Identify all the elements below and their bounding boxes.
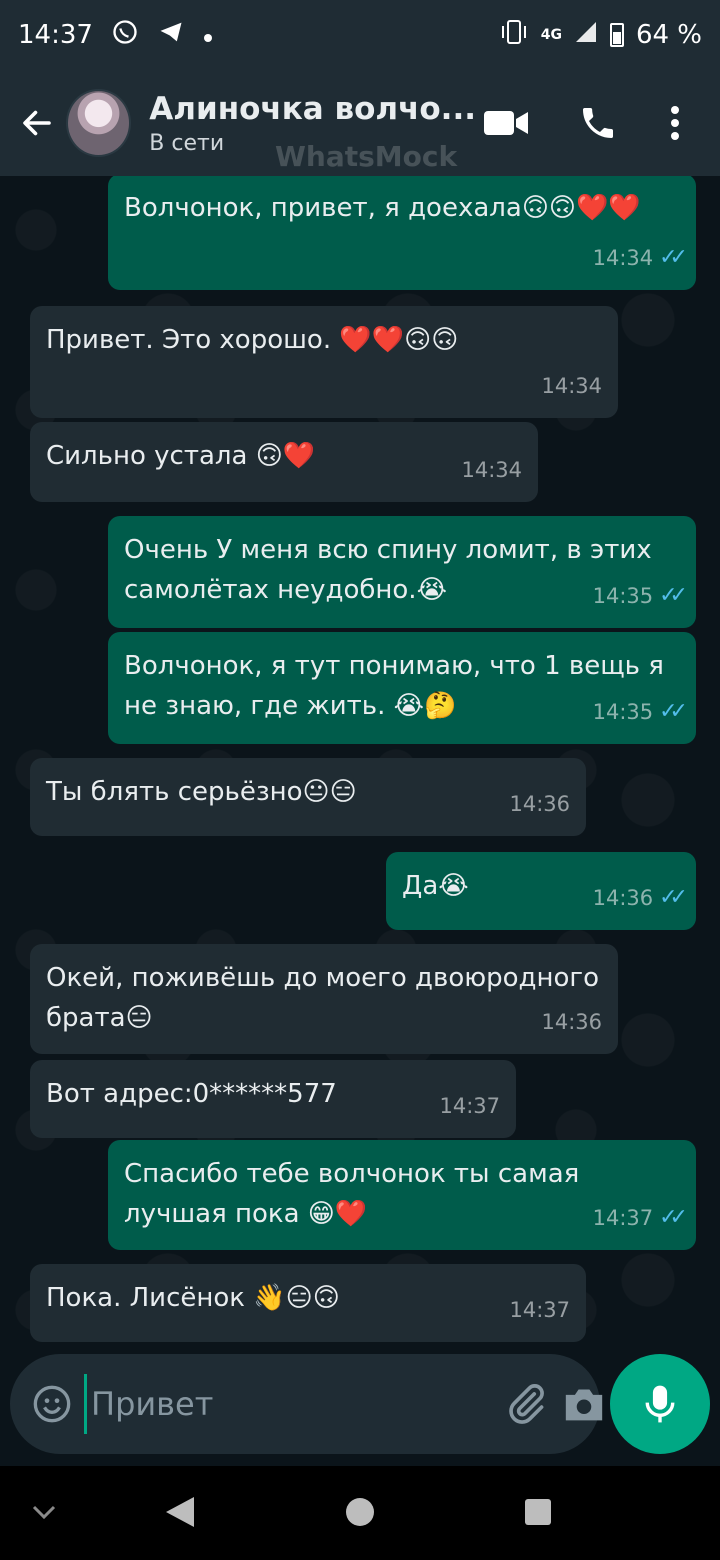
message-text: Окей, поживёшь до моего двоюродного брат… xyxy=(46,963,599,1033)
message-time: 14:37 xyxy=(509,1298,570,1322)
video-call-button[interactable] xyxy=(476,93,536,153)
message-text: Спасибо тебе волчонок ты самая лучшая по… xyxy=(124,1159,580,1229)
message-meta: 14:34 xyxy=(541,366,602,406)
hide-keyboard-button[interactable] xyxy=(24,1492,64,1532)
back-button[interactable] xyxy=(8,93,66,153)
message-meta: 14:36 xyxy=(541,1002,602,1042)
camera-button[interactable] xyxy=(562,1376,606,1432)
message-meta: 14:37 xyxy=(439,1086,500,1126)
message-time: 14:34 xyxy=(541,374,602,398)
message-time: 14:34 xyxy=(461,458,522,482)
more-options-button[interactable] xyxy=(660,93,690,153)
battery-icon xyxy=(609,23,624,47)
message-text: Волчонок, я тут понимаю, что 1 вещь я не… xyxy=(124,651,664,721)
message-meta: 14:35 ✓✓ xyxy=(592,692,688,732)
message-incoming[interactable]: Привет. Это хорошо. ❤️❤️🙃🙃 14:34 xyxy=(30,306,618,418)
message-text: Сильно устала 🙃❤️ xyxy=(46,441,316,471)
message-time: 14:37 xyxy=(439,1094,500,1118)
attach-button[interactable] xyxy=(504,1376,548,1432)
video-camera-icon xyxy=(484,111,528,135)
message-time: 14:35 xyxy=(592,700,654,724)
network-type: 4G xyxy=(540,27,562,43)
chat-header: Алиночка волчо... В сети xyxy=(0,70,720,176)
message-time: 14:36 xyxy=(541,1010,602,1034)
chevron-down-icon xyxy=(32,1505,56,1520)
message-incoming[interactable]: Сильно устала 🙃❤️ 14:34 xyxy=(30,422,538,502)
signal-icon xyxy=(574,20,598,50)
message-time: 14:35 xyxy=(592,584,654,608)
message-composer xyxy=(10,1354,603,1454)
message-outgoing[interactable]: Волчонок, я тут понимаю, что 1 вещь я не… xyxy=(108,632,696,744)
message-time: 14:34 xyxy=(592,246,654,270)
message-input[interactable] xyxy=(84,1374,490,1434)
message-outgoing[interactable]: Очень У меня всю спину ломит, в этих сам… xyxy=(108,516,696,628)
message-meta: 14:34 ✓✓ xyxy=(592,238,688,278)
arrow-left-icon xyxy=(23,110,51,136)
message-outgoing[interactable]: Волчонок, привет, я доехала🙃🙃❤️❤️ 14:34 … xyxy=(108,176,696,290)
back-nav-button[interactable] xyxy=(160,1492,200,1532)
read-ticks-icon: ✓✓ xyxy=(659,1205,688,1230)
circle-home-icon xyxy=(346,1498,374,1526)
read-ticks-icon: ✓✓ xyxy=(659,699,688,724)
phone-icon xyxy=(583,108,613,138)
message-time: 14:37 xyxy=(592,1206,654,1230)
message-incoming[interactable]: Пока. Лисёнок 👋😑🙃 14:37 xyxy=(30,1264,586,1342)
message-text: Привет. Это хорошо. ❤️❤️🙃🙃 xyxy=(46,325,459,355)
system-navigation-bar xyxy=(0,1466,720,1560)
message-text: Очень У меня всю спину ломит, в этих сам… xyxy=(124,535,652,605)
message-time: 14:36 xyxy=(509,792,570,816)
whatsapp-icon xyxy=(111,18,139,52)
camera-icon xyxy=(565,1389,603,1421)
message-meta: 14:35 ✓✓ xyxy=(592,576,688,616)
message-outgoing[interactable]: Да😭 14:36 ✓✓ xyxy=(386,852,696,930)
vibrate-icon xyxy=(499,18,529,52)
message-meta: 14:36 ✓✓ xyxy=(592,878,688,918)
telegram-icon xyxy=(157,18,185,52)
message-outgoing[interactable]: Спасибо тебе волчонок ты самая лучшая по… xyxy=(108,1140,696,1250)
recents-button[interactable] xyxy=(518,1492,558,1532)
message-meta: 14:34 xyxy=(461,450,522,490)
square-recents-icon xyxy=(525,1499,551,1525)
message-meta: 14:36 xyxy=(509,784,570,824)
read-ticks-icon: ✓✓ xyxy=(659,583,688,608)
smiley-icon xyxy=(33,1385,71,1423)
message-incoming[interactable]: Ты блять серьёзно😐😑 14:36 xyxy=(30,758,586,836)
paperclip-icon xyxy=(509,1384,544,1424)
message-text: Вот адрес:0******577 xyxy=(46,1079,337,1109)
chat-area[interactable]: Волчонок, привет, я доехала🙃🙃❤️❤️ 14:34 … xyxy=(0,176,720,1466)
read-ticks-icon: ✓✓ xyxy=(659,885,688,910)
contact-status: В сети xyxy=(149,130,225,156)
message-incoming[interactable]: Окей, поживёшь до моего двоюродного брат… xyxy=(30,944,618,1054)
message-time: 14:36 xyxy=(592,886,654,910)
contact-name: Алиночка волчо... xyxy=(149,90,476,127)
microphone-icon xyxy=(645,1385,675,1423)
more-vertical-icon xyxy=(671,106,679,140)
home-button[interactable] xyxy=(340,1492,380,1532)
status-time: 14:37 xyxy=(18,20,93,50)
triangle-back-icon xyxy=(166,1497,194,1527)
message-text: Да😭 xyxy=(402,871,469,901)
voice-record-button[interactable] xyxy=(610,1354,710,1454)
message-meta: 14:37 xyxy=(509,1290,570,1330)
emoji-button[interactable] xyxy=(32,1382,72,1426)
message-meta: 14:37 ✓✓ xyxy=(592,1198,688,1238)
message-text: Ты блять серьёзно😐😑 xyxy=(46,777,357,807)
message-incoming[interactable]: Вот адрес:0******577 14:37 xyxy=(30,1060,516,1138)
message-text: Волчонок, привет, я доехала🙃🙃❤️❤️ xyxy=(124,193,641,223)
voice-call-button[interactable] xyxy=(568,93,628,153)
battery-level: 64 % xyxy=(635,20,702,50)
read-ticks-icon: ✓✓ xyxy=(659,245,688,270)
status-bar: 14:37 4G 64 % xyxy=(0,0,720,70)
message-text: Пока. Лисёнок 👋😑🙃 xyxy=(46,1283,340,1313)
avatar[interactable] xyxy=(65,89,132,157)
contact-info[interactable]: Алиночка волчо... В сети xyxy=(149,91,476,156)
notification-dot-icon xyxy=(203,21,213,49)
